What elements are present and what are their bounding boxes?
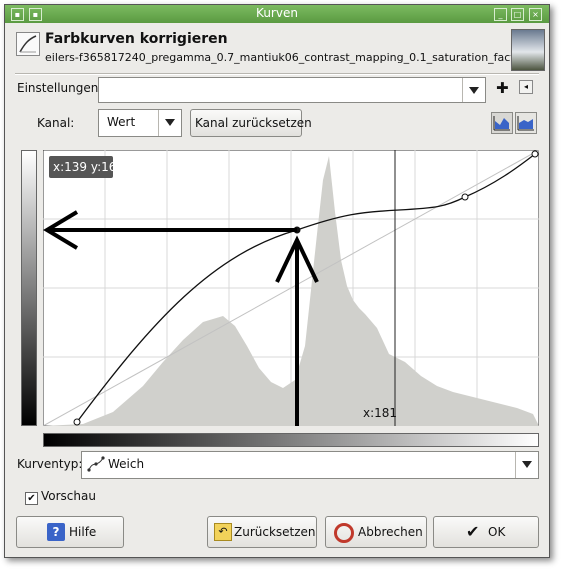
dialog-title: Farbkurven korrigieren	[45, 31, 228, 47]
curve-point[interactable]	[73, 418, 81, 426]
reset-channel-button[interactable]: Kanal zurücksetzen	[190, 109, 312, 137]
curve-type-value: Weich	[108, 457, 145, 471]
menu-icon[interactable]: ◂	[519, 80, 533, 94]
minimize-icon[interactable]: _	[494, 8, 507, 21]
line-readout: x:181	[363, 406, 397, 420]
header-divider	[15, 73, 539, 75]
ok-button[interactable]: ✔ OK	[433, 516, 539, 548]
maximize-icon[interactable]: □	[511, 8, 524, 21]
curve-point[interactable]	[531, 150, 539, 158]
add-icon[interactable]: ✚	[496, 79, 509, 97]
window-title: Kurven	[256, 6, 298, 20]
chevron-down-icon	[462, 78, 485, 102]
chevron-down-icon	[515, 452, 538, 478]
image-thumbnail	[511, 29, 545, 71]
channel-value: Wert	[107, 115, 136, 129]
curve-point[interactable]	[461, 193, 469, 201]
close-icon[interactable]: ×	[529, 8, 542, 21]
chevron-down-icon	[158, 110, 181, 136]
help-button[interactable]: ? Hilfe	[16, 516, 124, 548]
smooth-curve-icon	[87, 456, 105, 475]
settings-label: Einstellungen:	[17, 81, 103, 95]
channel-label: Kanal:	[37, 116, 75, 130]
cancel-button[interactable]: Abbrechen	[325, 516, 427, 548]
curves-icon	[16, 32, 40, 56]
ok-icon: ✔	[466, 522, 480, 541]
cancel-icon	[334, 523, 354, 543]
curves-dialog: ▪ ▪ Kurven _ □ × Farbkurven korrigieren …	[4, 4, 550, 558]
log-histogram-icon[interactable]	[515, 112, 537, 134]
curve-type-label: Kurventyp:	[17, 457, 83, 471]
title-bar[interactable]: ▪ ▪ Kurven _ □ ×	[5, 5, 549, 23]
cursor-readout: x:139 y:163	[53, 160, 124, 174]
curve-graph[interactable]: x:139 y:163 x:181	[43, 150, 539, 426]
linear-histogram-icon[interactable]	[491, 112, 513, 134]
image-name: eilers-f365817240_pregamma_0.7_mantiuk06…	[45, 51, 513, 64]
help-label: Hilfe	[69, 525, 97, 539]
channel-combo[interactable]: Wert	[98, 109, 182, 137]
input-gradient-bar	[43, 433, 539, 447]
ok-label: OK	[488, 525, 506, 539]
output-gradient-bar	[21, 150, 37, 426]
cancel-label: Abbrechen	[358, 525, 423, 539]
reset-icon: ↶	[214, 523, 232, 541]
reset-button[interactable]: ↶ Zurücksetzen	[207, 516, 317, 548]
preview-label: Vorschau	[41, 489, 96, 503]
help-icon: ?	[47, 523, 65, 541]
reset-label: Zurücksetzen	[234, 525, 316, 539]
preview-checkbox[interactable]: ✔	[25, 492, 38, 505]
curve-type-combo[interactable]: Weich	[81, 451, 539, 479]
dialog-header: Farbkurven korrigieren eilers-f365817240…	[13, 29, 545, 71]
settings-combo[interactable]	[98, 77, 486, 103]
reset-channel-label: Kanal zurücksetzen	[195, 116, 312, 130]
